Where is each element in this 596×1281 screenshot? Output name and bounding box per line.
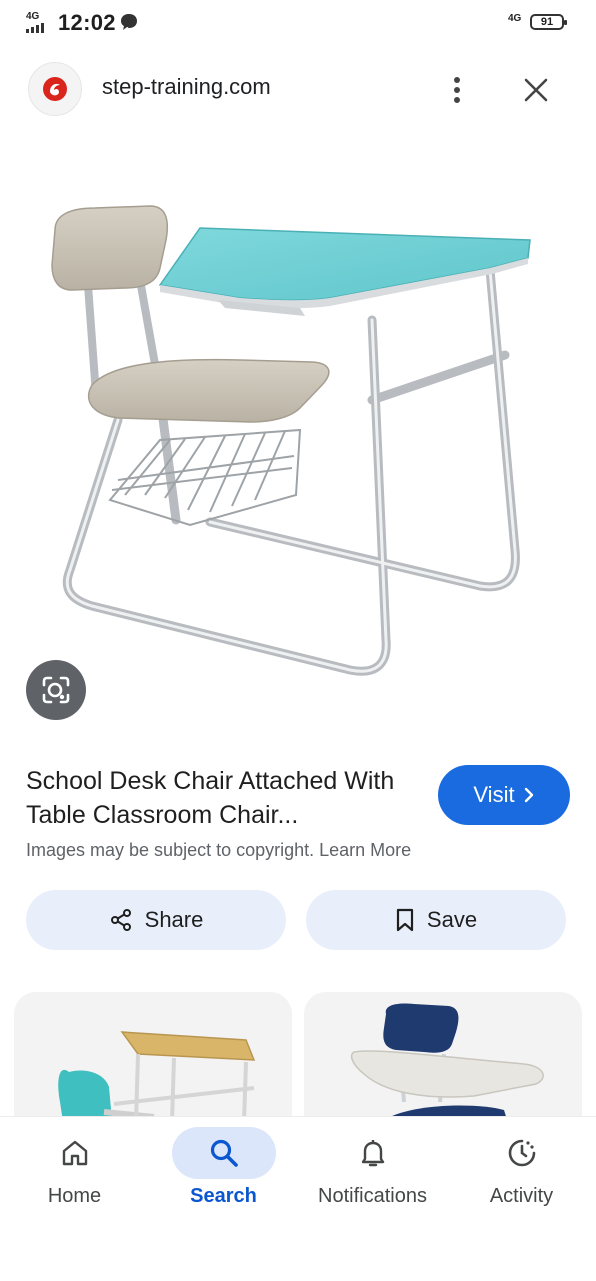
visit-button[interactable]: Visit (438, 765, 570, 825)
bell-icon (321, 1127, 425, 1179)
clock: 12:02 (58, 10, 116, 35)
nav-label-notifications: Notifications (318, 1185, 427, 1207)
nav-label-search: Search (190, 1185, 257, 1207)
site-name[interactable]: step-training.com (102, 74, 271, 100)
nav-item-home[interactable]: Home (0, 1117, 149, 1237)
share-icon (110, 909, 131, 931)
status-bar: 4G 12:02 4G 91 (0, 0, 596, 46)
close-icon[interactable] (516, 70, 556, 110)
share-button[interactable]: Share (26, 890, 286, 950)
result-image[interactable] (0, 150, 596, 740)
nav-item-notifications[interactable]: Notifications (298, 1117, 447, 1237)
nav-label-home: Home (47, 1185, 102, 1207)
save-button[interactable]: Save (306, 890, 566, 950)
nav-item-search[interactable]: Search (149, 1117, 298, 1237)
signal-icon (26, 23, 44, 33)
home-icon (23, 1127, 127, 1179)
activity-icon (470, 1127, 574, 1179)
result-title[interactable]: School Desk Chair Attached With Table Cl… (26, 764, 406, 832)
message-icon (121, 14, 137, 30)
more-vert-icon[interactable] (442, 70, 472, 110)
bottom-navigation: Home Search Notifications Activity (0, 1116, 596, 1281)
visit-label: Visit (473, 782, 515, 807)
battery-icon: 91 (530, 14, 567, 30)
save-label: Save (426, 907, 478, 932)
bookmark-icon (396, 908, 414, 932)
nav-item-activity[interactable]: Activity (447, 1117, 596, 1237)
nav-label-activity: Activity (489, 1185, 554, 1207)
network-type: 4G (26, 11, 40, 22)
chevron-right-icon (524, 787, 533, 803)
share-label: Share (144, 907, 204, 932)
copyright-notice[interactable]: Images may be subject to copyright. Lear… (26, 840, 411, 861)
google-lens-icon[interactable] (26, 660, 86, 720)
search-icon (171, 1127, 276, 1179)
site-logo-icon[interactable] (28, 62, 82, 116)
network-type-right: 4G (508, 13, 522, 24)
